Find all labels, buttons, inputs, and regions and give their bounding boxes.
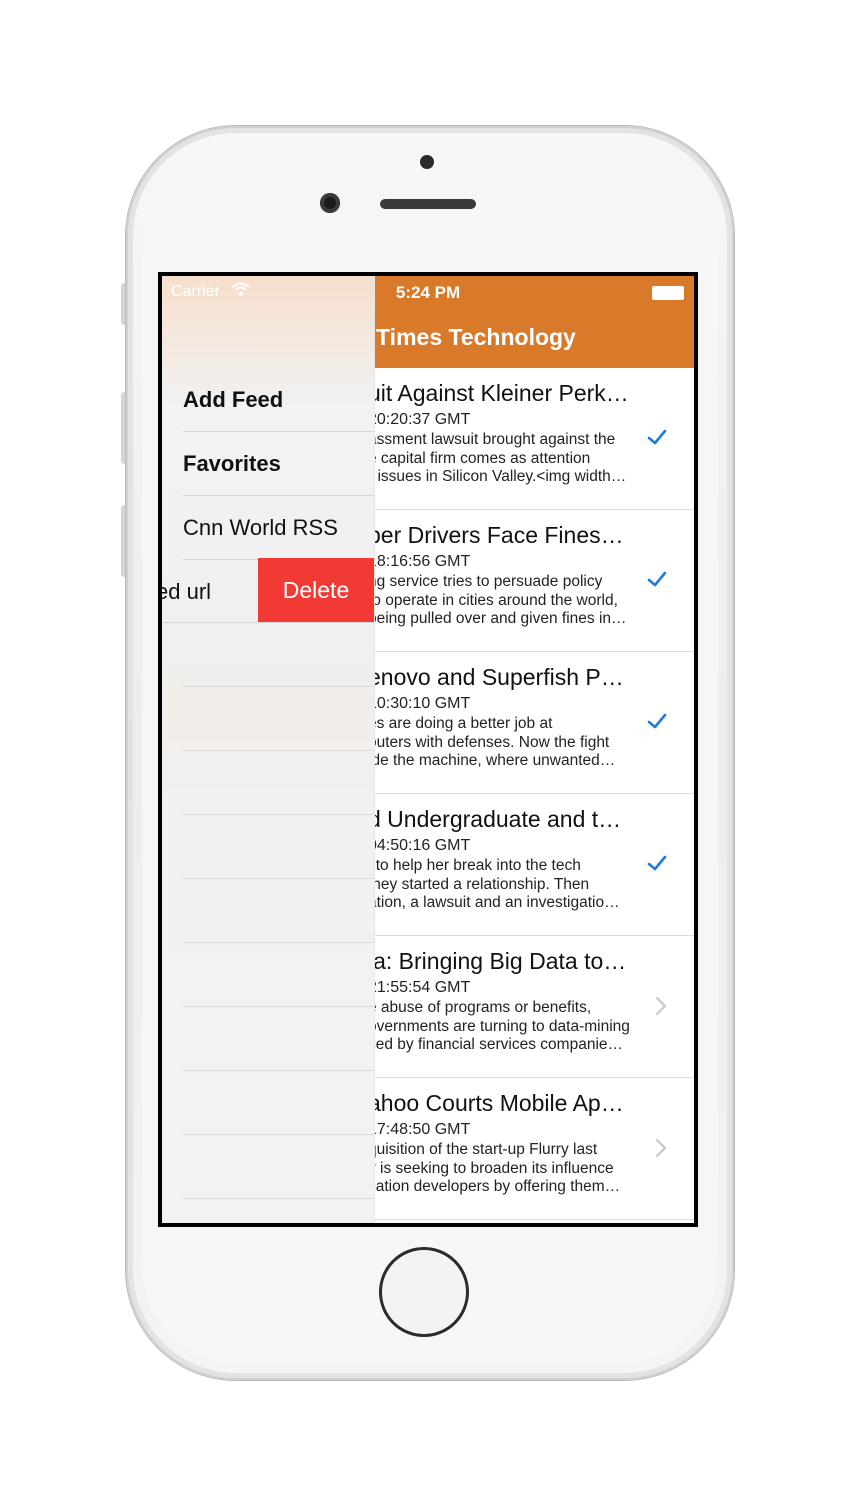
front-camera (320, 193, 340, 213)
menu-item-swiped[interactable]: ed url Delete (162, 558, 374, 623)
article-description: assment lawsuit brought against the e cap… (368, 431, 627, 485)
article-date: 17:48:50 GMT (368, 1121, 471, 1138)
article-title: enovo and Superfish P… (368, 664, 624, 690)
side-drawer: Carrier Add Feed Favorites Cnn World RSS… (162, 276, 375, 1223)
battery-icon (652, 286, 684, 300)
empty-row (183, 1134, 374, 1199)
empty-row (183, 814, 374, 879)
article-description: es are doing a better job at outers with … (368, 715, 616, 769)
status-time: 5:24 PM (395, 283, 461, 302)
checkmark-icon (647, 713, 667, 729)
earpiece-speaker (380, 199, 476, 209)
article-title: uit Against Kleiner Perk… (368, 380, 629, 406)
article-title: d Undergraduate and t… (368, 806, 622, 832)
phone-screen: 5:24 PM t Times Technology uit Against K… (158, 272, 698, 1227)
empty-row (183, 750, 374, 815)
delete-button[interactable]: Delete (258, 558, 374, 622)
article-date: 04:50:16 GMT (368, 837, 471, 854)
checkmark-icon (647, 855, 667, 871)
empty-row (183, 942, 374, 1007)
checkmark-icon (647, 429, 667, 445)
article-description: l to help her break into the tech they s… (368, 857, 620, 911)
empty-row (183, 1006, 374, 1071)
article-title: ber Drivers Face Fines… (368, 522, 624, 548)
empty-row (183, 1070, 374, 1135)
home-button[interactable] (379, 1247, 469, 1337)
menu-item-label: ed url (162, 579, 212, 604)
empty-row (183, 686, 374, 751)
menu-item-favorites[interactable]: Favorites (183, 431, 374, 496)
article-date: 18:16:56 GMT (368, 553, 471, 570)
menu-item-label: Add Feed (183, 387, 284, 412)
checkmark-icon (647, 571, 667, 587)
nav-title: t Times Technology (362, 324, 576, 350)
article-date: 21:55:54 GMT (368, 979, 471, 996)
chevron-right-icon (655, 996, 667, 1016)
article-description: quisition of the start-up Flurry last y i… (368, 1141, 621, 1195)
menu-item-label: Cnn World RSS (183, 515, 338, 540)
wifi-icon (232, 282, 250, 296)
carrier-label: Carrier (171, 283, 220, 300)
menu-item-cnn-world-rss[interactable]: Cnn World RSS (183, 495, 374, 560)
article-date: 20:20:37 GMT (368, 411, 471, 428)
article-description: e abuse of programs or benefits, overnmen… (368, 999, 630, 1053)
menu-item-add-feed[interactable]: Add Feed (183, 367, 374, 432)
article-date: 10:30:10 GMT (368, 695, 471, 712)
menu-item-label: Favorites (183, 451, 281, 476)
empty-row (183, 878, 374, 943)
proximity-sensor (420, 155, 434, 169)
article-description: ng service tries to persuade policy to o… (368, 573, 627, 627)
chevron-right-icon (655, 1138, 667, 1158)
empty-row (183, 622, 374, 687)
article-title: ia: Bringing Big Data to… (368, 948, 627, 974)
article-title: ahoo Courts Mobile Ap… (368, 1090, 624, 1116)
